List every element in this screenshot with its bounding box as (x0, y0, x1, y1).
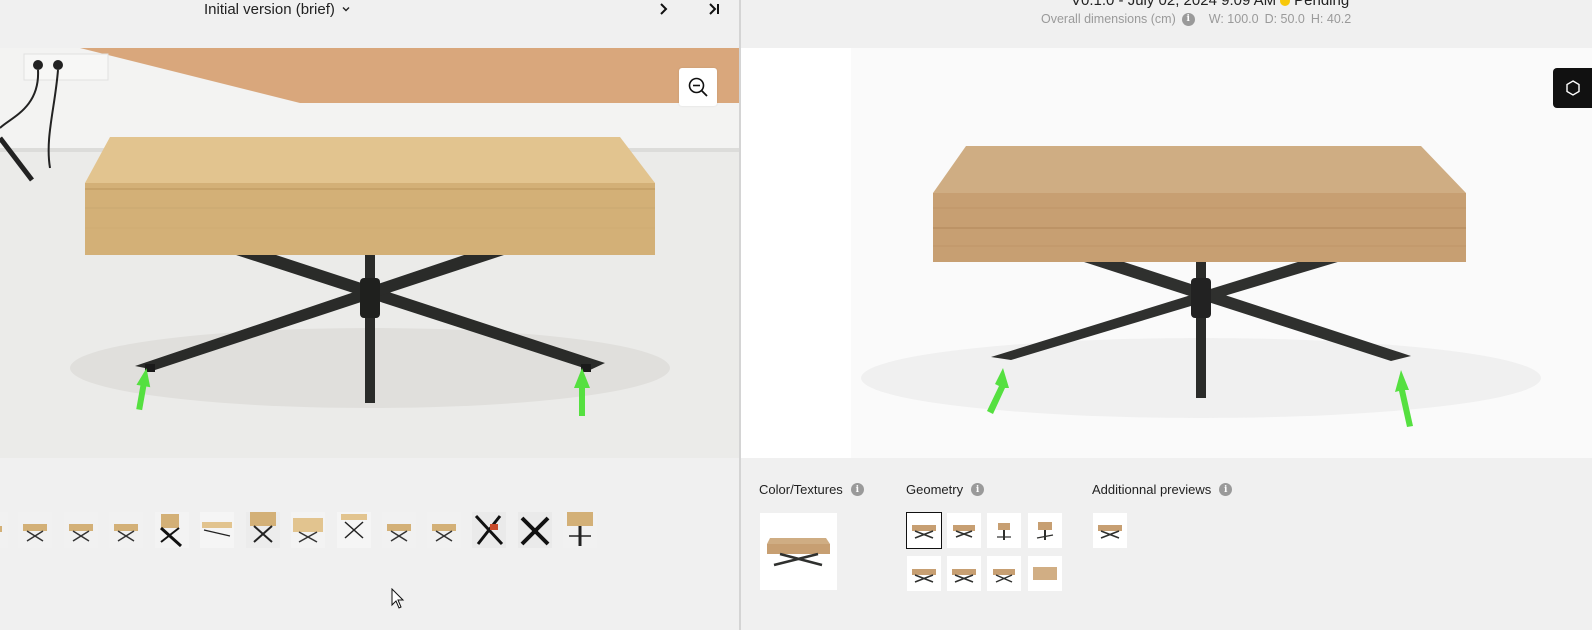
thumbnail[interactable] (427, 512, 461, 548)
dimensions-label: Overall dimensions (cm) (1041, 12, 1176, 26)
thumbnail[interactable] (382, 512, 416, 548)
version-info: V0.1.0 - July 02, 2024 9:09 AM Pending (1071, 0, 1349, 9)
thumbnail[interactable] (472, 512, 506, 548)
cube-icon (1566, 80, 1580, 96)
chevron-down-icon (342, 7, 350, 12)
next-image-button[interactable] (653, 0, 673, 18)
additional-previews-label: Additionnal previews (1092, 482, 1212, 497)
info-icon[interactable]: i (1219, 483, 1233, 496)
reference-panel: Initial version (brief) (0, 0, 739, 630)
overall-dimensions: Overall dimensions (cm) i W: 100.0 D: 50… (1041, 12, 1351, 26)
app-root: Initial version (brief) V0.1.0 - July 02… (0, 0, 1592, 630)
geometry-view-low-angle[interactable] (947, 556, 981, 591)
reference-header: Initial version (brief) (0, 0, 739, 48)
version-select-label: Initial version (brief) (204, 0, 335, 18)
width-value: W: 100.0 (1208, 12, 1259, 26)
thumbnail[interactable] (155, 512, 189, 548)
texture-card[interactable] (760, 513, 837, 590)
color-textures-section-label: Color/Textures i (759, 482, 864, 497)
thumbnail[interactable] (109, 512, 143, 548)
version-info-text: V0.1.0 - July 02, 2024 9:09 AM (1071, 0, 1277, 9)
depth-value: D: 50.0 (1264, 12, 1305, 26)
3d-render-view[interactable] (741, 48, 1592, 458)
height-value: H: 40.2 (1310, 12, 1352, 26)
geometry-label: Geometry (906, 482, 964, 497)
geometry-view-angle[interactable] (947, 513, 981, 548)
status-badge: Pending (1294, 0, 1350, 9)
geometry-view-top[interactable] (1028, 556, 1062, 591)
info-icon[interactable]: i (850, 483, 864, 496)
additional-preview-thumbnail[interactable] (1093, 513, 1127, 548)
version-select[interactable]: Initial version (brief) (204, 0, 351, 18)
thumbnail[interactable] (291, 512, 325, 548)
info-icon[interactable]: i (971, 483, 985, 496)
thumbnail[interactable] (246, 512, 280, 548)
geometry-view-three-quarter[interactable] (987, 556, 1021, 591)
skip-last-icon (709, 3, 719, 15)
geometry-view-low[interactable] (907, 556, 941, 591)
mouse-cursor-icon (391, 588, 405, 609)
chevron-right-icon (660, 3, 668, 15)
geometry-view-side[interactable] (987, 513, 1021, 548)
color-textures-label: Color/Textures (759, 482, 843, 497)
geometry-view-back[interactable] (1028, 513, 1062, 548)
thumbnail[interactable] (563, 512, 597, 548)
reference-photo (0, 48, 739, 458)
render-panel: V0.1.0 - July 02, 2024 9:09 AM Pending O… (741, 0, 1592, 630)
info-icon[interactable]: i (1181, 12, 1195, 26)
zoom-out-icon (688, 77, 708, 97)
status-dot-icon (1280, 0, 1291, 6)
additional-previews-section-label: Additionnal previews i (1092, 482, 1233, 497)
render-image (741, 48, 1592, 458)
thumbnail[interactable] (337, 512, 371, 548)
thumbnail[interactable] (200, 512, 234, 548)
zoom-out-button[interactable] (679, 68, 717, 106)
thumbnail[interactable] (0, 512, 8, 548)
reference-photo-image (0, 48, 739, 458)
side-panel-toggle-button[interactable] (1553, 68, 1592, 108)
thumbnail[interactable] (64, 512, 98, 548)
thumbnail[interactable] (18, 512, 52, 548)
thumbnail-strip (0, 512, 739, 552)
last-image-button[interactable] (704, 0, 724, 18)
geometry-view-front[interactable] (906, 512, 942, 549)
geometry-section-label: Geometry i (906, 482, 985, 497)
thumbnail[interactable] (518, 512, 552, 548)
